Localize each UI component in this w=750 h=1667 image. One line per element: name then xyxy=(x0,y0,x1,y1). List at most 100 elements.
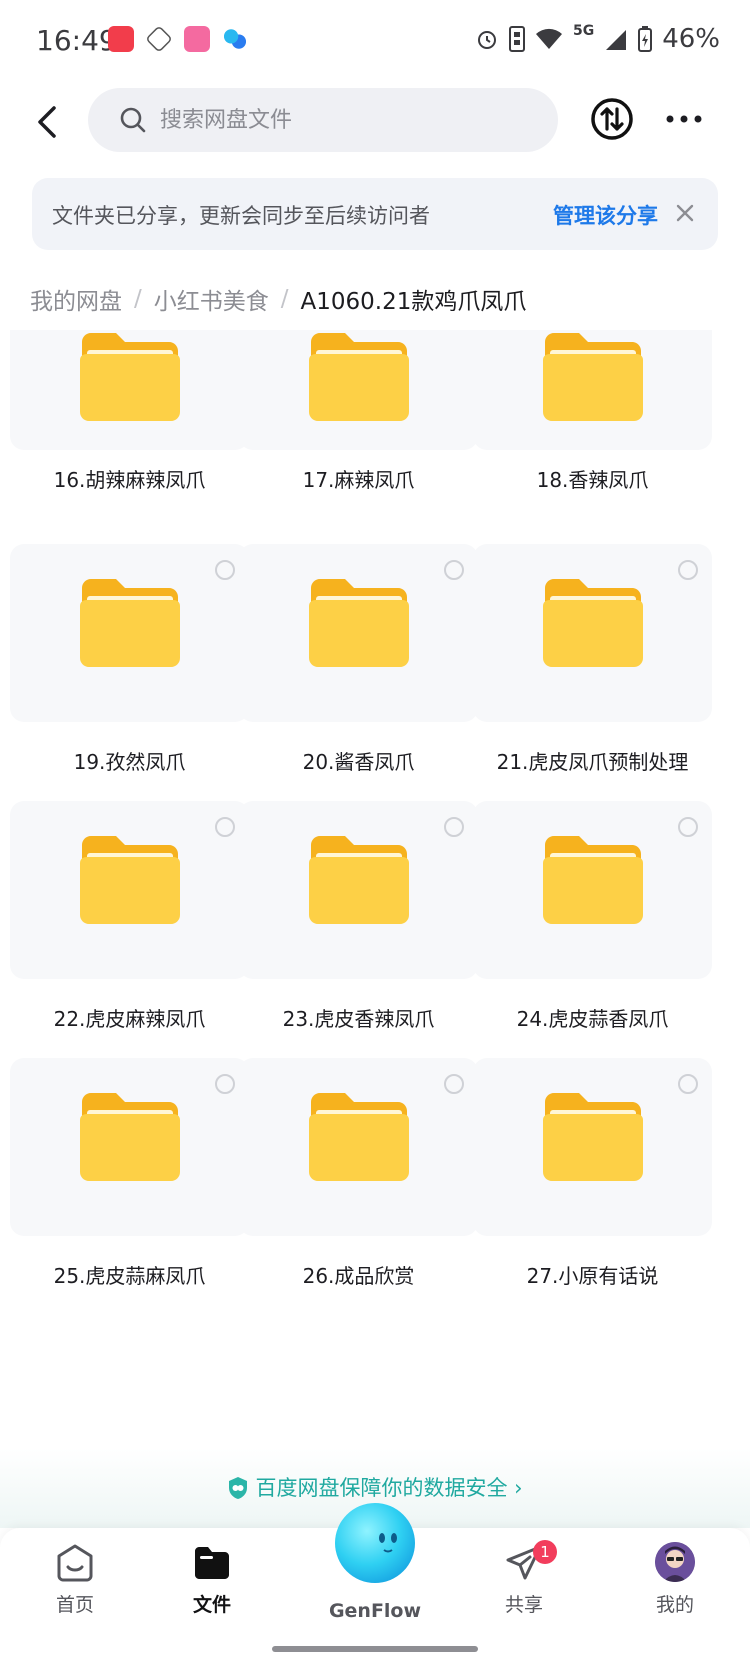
search-bar[interactable] xyxy=(88,88,558,152)
folder-icon xyxy=(80,579,180,667)
bilibili-app-icon xyxy=(184,26,210,52)
share-notice-banner: 文件夹已分享，更新会同步至后续访问者 管理该分享 xyxy=(32,178,718,250)
folder-name: 19.孜然凤爪 xyxy=(73,750,186,774)
select-radio[interactable] xyxy=(215,560,235,580)
breadcrumb: 我的网盘 / 小红书美食 / A1060.21款鸡爪凤爪 xyxy=(30,282,526,316)
baidu-netdisk-app-icon xyxy=(222,26,248,52)
more-icon[interactable] xyxy=(663,104,705,134)
folder-icon xyxy=(309,1093,409,1181)
folder-item[interactable]: 24.虎皮蒜香凤爪 xyxy=(473,801,712,1032)
avatar xyxy=(655,1542,695,1582)
breadcrumb-item-root[interactable]: 我的网盘 xyxy=(30,282,122,316)
folder-item[interactable]: 19.孜然凤爪 xyxy=(10,544,249,775)
signal-icon xyxy=(606,30,627,50)
folder-icon xyxy=(80,1093,180,1181)
select-radio[interactable] xyxy=(678,817,698,837)
folder-item[interactable]: 17.麻辣凤爪 xyxy=(239,330,478,493)
folder-thumbnail[interactable] xyxy=(473,1058,712,1236)
folder-icon xyxy=(543,836,643,924)
share-notice-message: 文件夹已分享，更新会同步至后续访问者 xyxy=(52,204,430,228)
home-icon xyxy=(57,1544,93,1582)
tab-label: 共享 xyxy=(504,1594,543,1616)
folder-item[interactable]: 21.虎皮凤爪预制处理 xyxy=(473,544,712,775)
folder-item[interactable]: 16.胡辣麻辣凤爪 xyxy=(10,330,249,493)
search-input[interactable] xyxy=(158,106,542,134)
folder-item[interactable]: 27.小原有话说 xyxy=(473,1058,712,1289)
folder-name: 25.虎皮蒜麻凤爪 xyxy=(53,1264,206,1288)
folder-item[interactable]: 25.虎皮蒜麻凤爪 xyxy=(10,1058,249,1289)
select-radio[interactable] xyxy=(678,560,698,580)
chevron-right-icon: › xyxy=(507,1476,523,1500)
status-bar: 16:49 5G 46% xyxy=(0,0,750,84)
folder-icon xyxy=(543,579,643,667)
folder-name: 22.虎皮麻辣凤爪 xyxy=(53,1007,206,1031)
shield-icon xyxy=(229,1477,248,1499)
select-radio[interactable] xyxy=(678,1074,698,1094)
data-safety-text: 百度网盘保障你的数据安全 xyxy=(255,1476,508,1500)
select-radio[interactable] xyxy=(215,1074,235,1094)
folder-thumbnail[interactable] xyxy=(239,330,478,450)
folder-item[interactable]: 26.成品欣赏 xyxy=(239,1058,478,1289)
back-icon[interactable] xyxy=(24,98,72,146)
folder-icon xyxy=(309,579,409,667)
select-radio[interactable] xyxy=(215,817,235,837)
battery-icon xyxy=(638,26,653,52)
close-icon[interactable] xyxy=(672,200,698,226)
breadcrumb-separator: / xyxy=(280,286,289,312)
tab-files[interactable]: 文件 xyxy=(157,1542,267,1617)
tab-label: 文件 xyxy=(192,1594,231,1616)
select-radio[interactable] xyxy=(444,817,464,837)
folder-icon xyxy=(309,836,409,924)
folder-name: 20.酱香凤爪 xyxy=(302,750,415,774)
folder-icon xyxy=(543,1093,643,1181)
sim-icon xyxy=(508,26,525,52)
system-indicators: 5G 46% xyxy=(475,23,720,54)
folder-icon xyxy=(309,333,409,421)
transfer-icon[interactable] xyxy=(590,97,634,141)
folder-icon xyxy=(195,1547,229,1579)
folder-thumbnail[interactable] xyxy=(473,544,712,722)
folder-icon xyxy=(80,836,180,924)
tab-genflow[interactable]: GenFlow xyxy=(329,1498,421,1622)
manage-share-link[interactable]: 管理该分享 xyxy=(553,200,658,230)
folder-thumbnail[interactable] xyxy=(10,544,249,722)
xiaohongshu-app-icon xyxy=(108,26,134,52)
select-radio[interactable] xyxy=(444,560,464,580)
folder-thumbnail[interactable] xyxy=(239,544,478,722)
folder-name: 26.成品欣赏 xyxy=(302,1264,415,1288)
folder-name: 23.虎皮香辣凤爪 xyxy=(282,1007,435,1031)
folder-item[interactable]: 18.香辣凤爪 xyxy=(473,330,712,493)
folder-thumbnail[interactable] xyxy=(10,801,249,979)
wifi-icon xyxy=(535,28,562,49)
folder-icon xyxy=(80,333,180,421)
breadcrumb-item-parent[interactable]: 小红书美食 xyxy=(154,282,269,316)
folder-name: 21.虎皮凤爪预制处理 xyxy=(496,750,689,774)
folder-thumbnail[interactable] xyxy=(473,801,712,979)
folder-thumbnail[interactable] xyxy=(239,801,478,979)
tab-label: GenFlow xyxy=(328,1600,422,1622)
home-indicator xyxy=(272,1646,478,1652)
folder-item[interactable]: 23.虎皮香辣凤爪 xyxy=(239,801,478,1032)
tab-share[interactable]: 1 共享 xyxy=(469,1540,579,1617)
folder-item[interactable]: 22.虎皮麻辣凤爪 xyxy=(10,801,249,1032)
folder-icon xyxy=(543,333,643,421)
folder-thumbnail[interactable] xyxy=(239,1058,478,1236)
folder-name: 17.麻辣凤爪 xyxy=(302,468,415,492)
share-badge: 1 xyxy=(533,1540,557,1564)
folder-thumbnail[interactable] xyxy=(10,1058,249,1236)
tab-mine[interactable]: 我的 xyxy=(620,1542,730,1617)
folder-thumbnail[interactable] xyxy=(473,330,712,450)
tab-home[interactable]: 首页 xyxy=(20,1542,130,1617)
folder-name: 16.胡辣麻辣凤爪 xyxy=(53,468,206,492)
folder-thumbnail[interactable] xyxy=(10,330,249,450)
genflow-icon xyxy=(335,1503,415,1583)
folder-item[interactable]: 20.酱香凤爪 xyxy=(239,544,478,775)
tab-label: 首页 xyxy=(55,1594,94,1616)
network-type: 5G xyxy=(572,23,595,39)
diamond-app-icon xyxy=(145,25,173,53)
folder-name: 24.虎皮蒜香凤爪 xyxy=(516,1007,669,1031)
breadcrumb-item-current: A1060.21款鸡爪凤爪 xyxy=(300,289,527,315)
alarm-icon xyxy=(477,31,496,49)
select-radio[interactable] xyxy=(444,1074,464,1094)
tab-label: 我的 xyxy=(655,1594,694,1616)
